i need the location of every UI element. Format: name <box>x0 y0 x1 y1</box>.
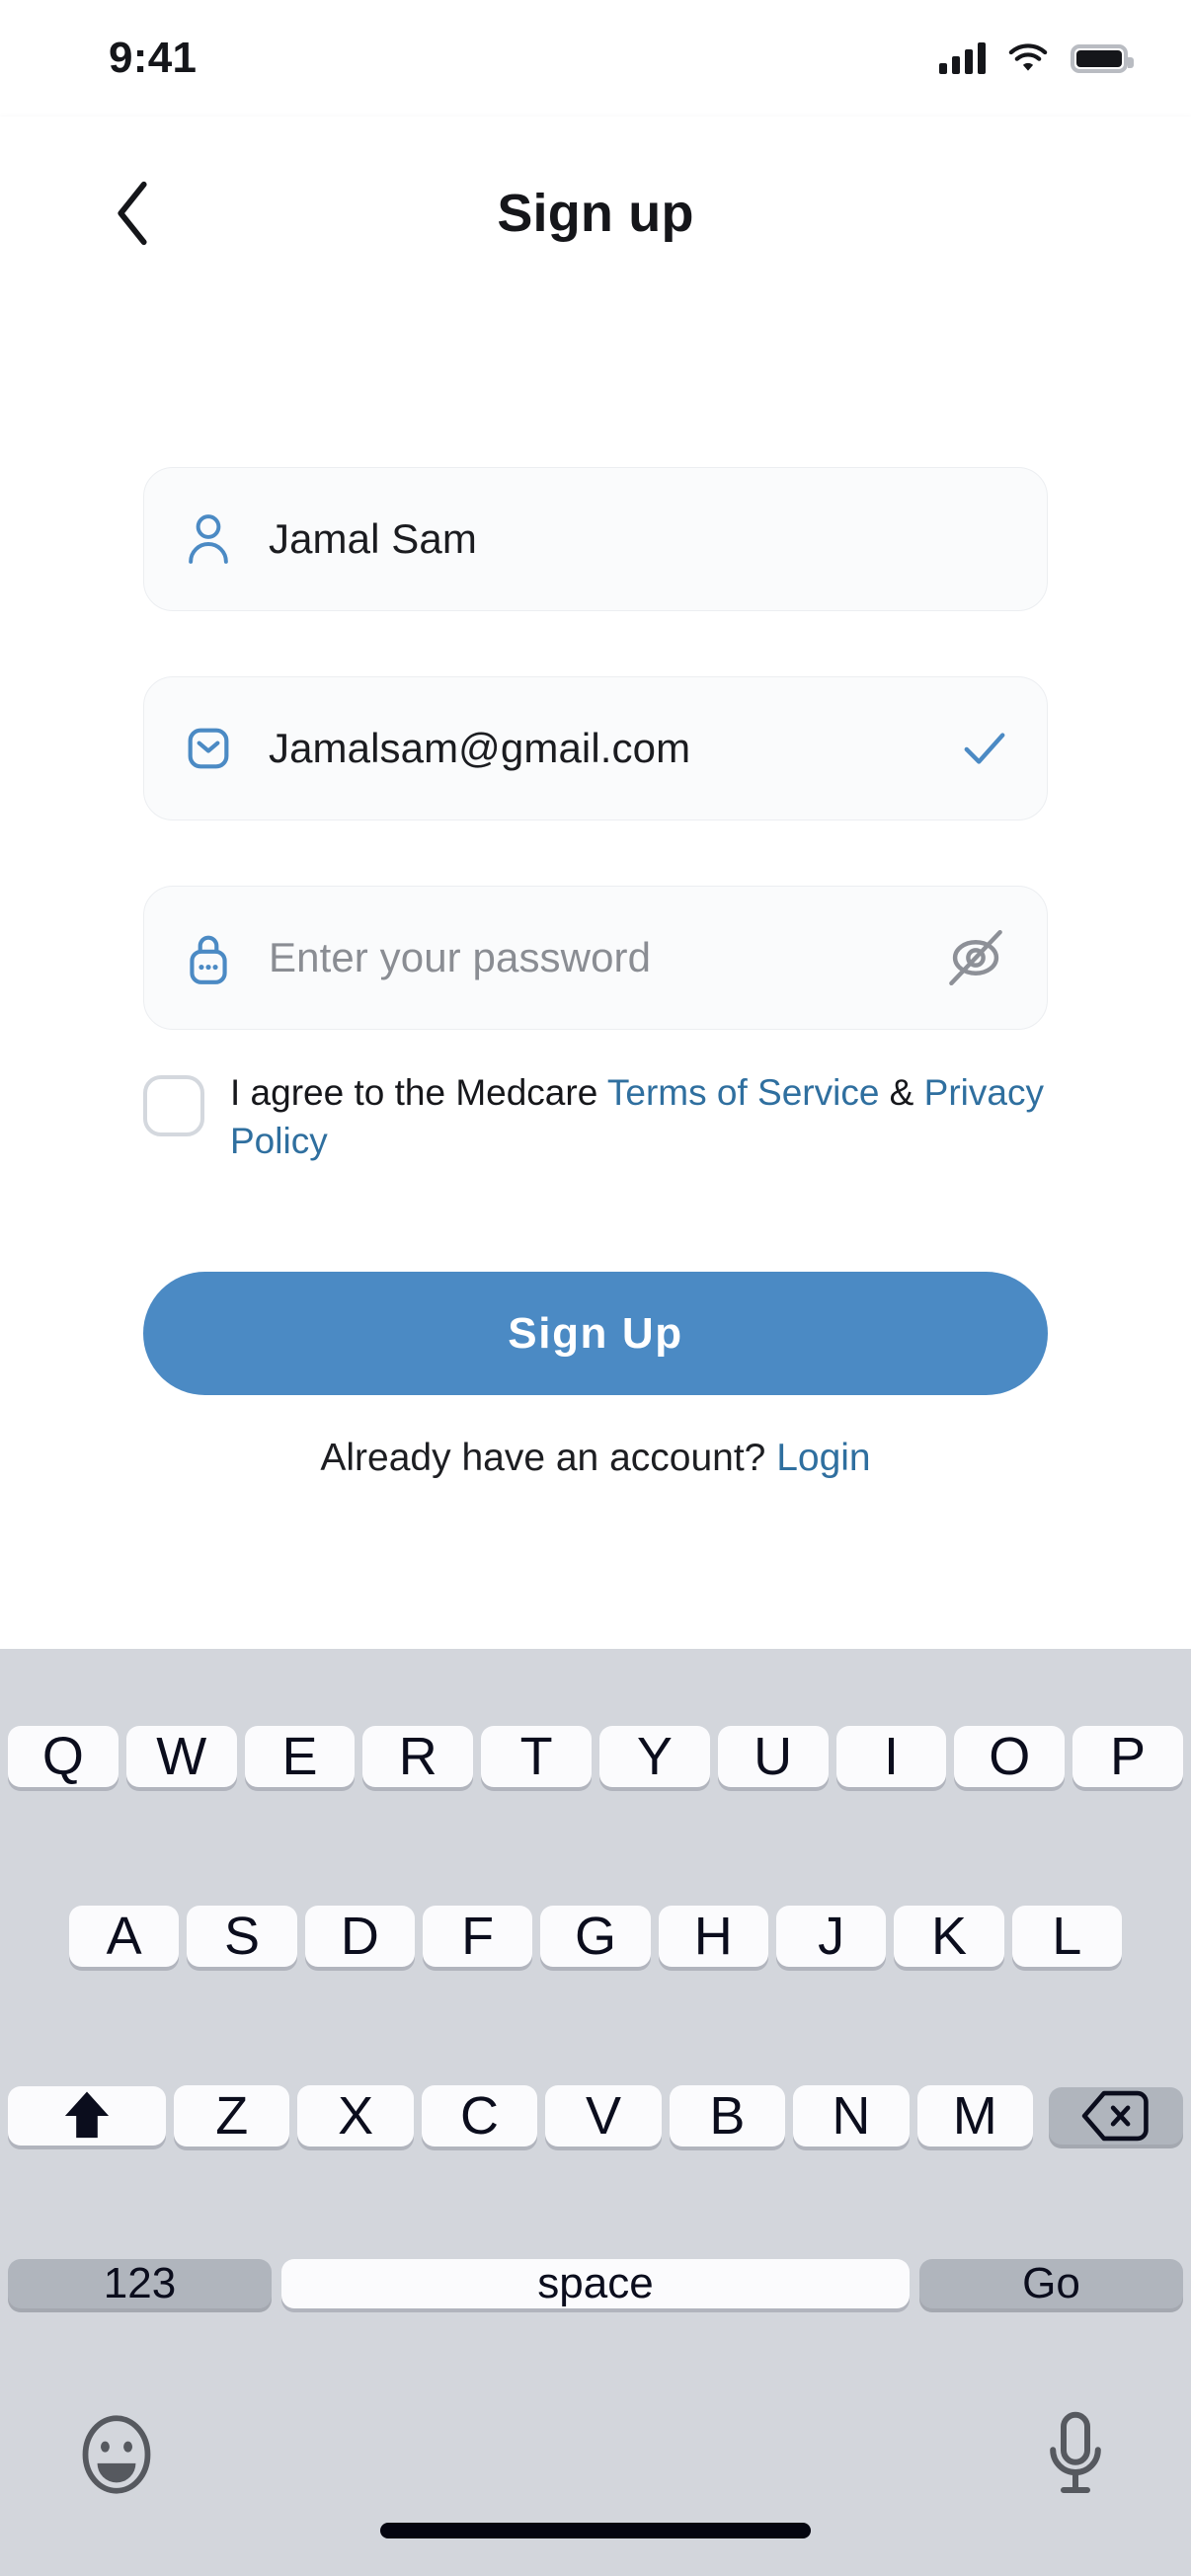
smiley-face-icon <box>82 2415 151 2494</box>
microphone-icon <box>1050 2411 1101 2493</box>
envelope-icon <box>184 724 245 773</box>
key-g[interactable]: G <box>540 1906 651 1967</box>
shift-up-arrow-icon <box>64 2091 110 2139</box>
status-bar: 9:41 <box>0 0 1191 117</box>
login-prompt-row: Already have an account? Login <box>0 1437 1191 1480</box>
battery-full-icon <box>1071 43 1134 73</box>
page-header: Sign up <box>0 117 1191 309</box>
key-n[interactable]: N <box>793 2085 910 2147</box>
key-o[interactable]: O <box>954 1726 1066 1787</box>
keyboard-row-1: Q W E R T Y U I O P <box>8 1674 1183 1839</box>
key-b[interactable]: B <box>669 2085 786 2147</box>
chevron-left-icon <box>118 181 147 245</box>
numbers-key[interactable]: 123 <box>8 2259 272 2308</box>
keyboard-row-2: A S D F G H J K L <box>69 1853 1122 2019</box>
key-m[interactable]: M <box>916 2085 1033 2147</box>
key-r[interactable]: R <box>362 1726 474 1787</box>
login-link[interactable]: Login <box>776 1437 870 1479</box>
login-prompt-text: Already have an account? <box>320 1437 777 1479</box>
backspace-key[interactable] <box>1048 2087 1183 2145</box>
terms-of-service-link[interactable]: Terms of Service <box>607 1072 880 1113</box>
key-e[interactable]: E <box>244 1726 356 1787</box>
home-indicator <box>380 2523 811 2538</box>
terms-text: I agree to the Medcare Terms of Service … <box>230 1069 1062 1166</box>
terms-text-before: I agree to the Medcare <box>230 1072 607 1113</box>
page-title: Sign up <box>497 183 694 243</box>
key-s[interactable]: S <box>187 1906 297 1967</box>
key-f[interactable]: F <box>422 1906 533 1967</box>
key-y[interactable]: Y <box>598 1726 710 1787</box>
backspace-icon <box>1081 2090 1149 2142</box>
keyboard-bottom-bar <box>0 2370 1191 2576</box>
email-input-value: Jamalsam@gmail.com <box>269 725 691 771</box>
cellular-signal-icon <box>939 42 986 74</box>
signup-form: Jamal Sam Jamalsam@gmail.com Enter your … <box>0 309 1191 1649</box>
key-u[interactable]: U <box>717 1726 829 1787</box>
key-z[interactable]: Z <box>174 2085 290 2147</box>
shift-key[interactable] <box>8 2086 166 2146</box>
key-p[interactable]: P <box>1072 1726 1183 1787</box>
emoji-key[interactable] <box>75 2413 158 2496</box>
email-valid-check <box>962 729 1007 768</box>
wifi-icon <box>1008 43 1048 71</box>
key-a[interactable]: A <box>69 1906 180 1967</box>
on-screen-keyboard: Q W E R T Y U I O P A S D F G H J K L Z … <box>0 1649 1191 2576</box>
keyboard-row-3: Z X C V B N M <box>8 2033 1183 2199</box>
key-l[interactable]: L <box>1011 1906 1122 1967</box>
key-h[interactable]: H <box>658 1906 768 1967</box>
status-time: 9:41 <box>109 34 198 82</box>
key-w[interactable]: W <box>125 1726 237 1787</box>
dictation-key[interactable] <box>1043 2409 1108 2500</box>
terms-agreement-row[interactable]: I agree to the Medcare Terms of Service … <box>143 1069 1062 1166</box>
email-input[interactable]: Jamalsam@gmail.com <box>143 676 1048 820</box>
name-input-value: Jamal Sam <box>269 515 477 562</box>
key-q[interactable]: Q <box>8 1726 119 1787</box>
key-v[interactable]: V <box>545 2085 662 2147</box>
key-d[interactable]: D <box>304 1906 415 1967</box>
password-visibility-toggle[interactable] <box>944 928 1007 987</box>
check-icon <box>964 733 1005 764</box>
key-k[interactable]: K <box>894 1906 1004 1967</box>
terms-checkbox[interactable] <box>143 1075 204 1136</box>
phone-screen: 9:41 Sign up Jamal Sam Jamalsam@gmail.co… <box>0 0 1191 2576</box>
keyboard-row-4: 123 space Go <box>8 2213 1183 2355</box>
go-key[interactable]: Go <box>919 2259 1183 2308</box>
key-i[interactable]: I <box>835 1726 947 1787</box>
signup-button[interactable]: Sign Up <box>143 1272 1048 1395</box>
eye-off-icon <box>949 929 1002 986</box>
key-c[interactable]: C <box>421 2085 538 2147</box>
lock-icon <box>184 929 245 986</box>
space-key[interactable]: space <box>281 2259 910 2308</box>
key-j[interactable]: J <box>775 1906 887 1967</box>
back-button[interactable] <box>93 174 172 253</box>
key-t[interactable]: T <box>481 1726 592 1787</box>
person-icon <box>184 512 245 566</box>
password-input[interactable]: Enter your password <box>143 886 1048 1030</box>
key-x[interactable]: X <box>297 2085 414 2147</box>
password-input-placeholder: Enter your password <box>269 934 652 980</box>
name-input[interactable]: Jamal Sam <box>143 467 1048 611</box>
status-icons <box>939 42 1134 74</box>
terms-text-middle: & <box>879 1072 924 1113</box>
